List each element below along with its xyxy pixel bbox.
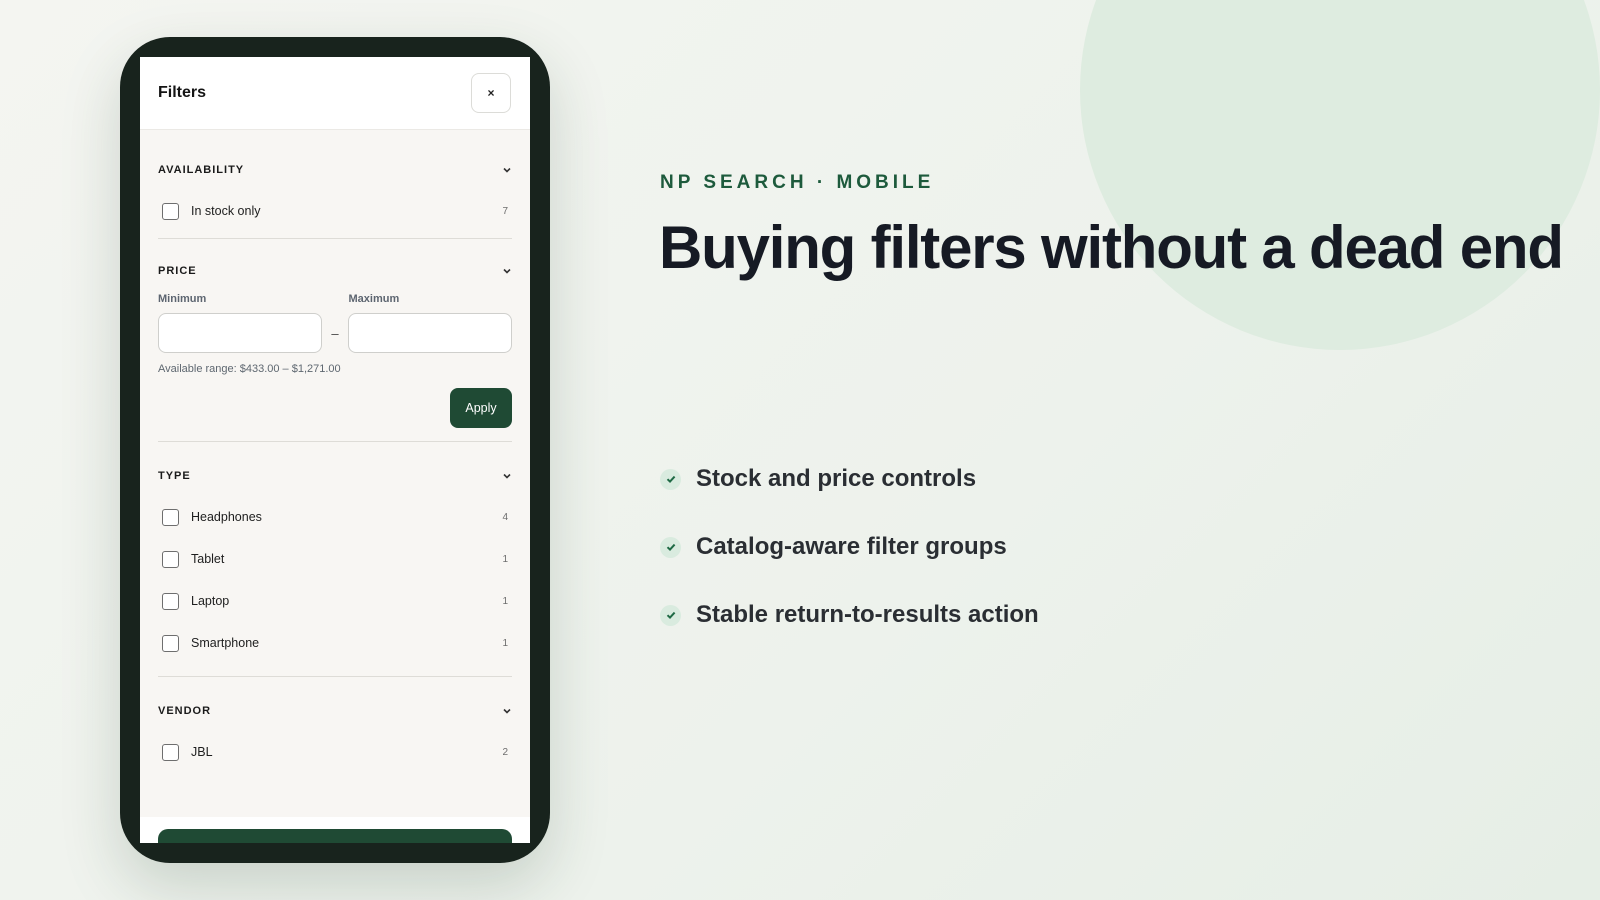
checkbox[interactable] (162, 634, 179, 652)
option-label: Tablet (191, 552, 225, 566)
option-count: 2 (502, 746, 508, 758)
price-title: PRICE (158, 265, 197, 277)
feature-text: Stable return-to-results action (696, 601, 1039, 628)
headline: Buying filters without a dead end (659, 214, 1564, 281)
close-button[interactable]: × (471, 73, 511, 113)
available-range-note: Available range: $433.00 – $1,271.00 (158, 363, 341, 375)
chevron-down-icon (503, 473, 511, 479)
feature-item: Stable return-to-results action (660, 598, 1039, 632)
vendor-section: VENDOR JBL 2 (158, 677, 512, 773)
phone-mockup: Filters × AVAILABILITY In stock only 7 P… (120, 37, 550, 863)
max-price-input[interactable] (348, 313, 512, 353)
chevron-down-icon (503, 167, 511, 173)
option-count: 1 (502, 595, 508, 607)
check-icon (660, 468, 681, 490)
max-label: Maximum (348, 293, 400, 305)
price-section: PRICE Minimum Maximum – Available range:… (158, 239, 512, 442)
filter-option-headphones[interactable]: Headphones 4 (158, 496, 512, 538)
filters-header: Filters × (140, 57, 530, 130)
apply-row: Apply (158, 375, 512, 441)
price-inputs: – (158, 313, 512, 353)
option-label: JBL (191, 745, 213, 759)
show-results-button[interactable] (158, 829, 512, 843)
checkbox[interactable] (162, 743, 179, 761)
price-dash: – (331, 325, 339, 341)
filter-option-in-stock[interactable]: In stock only 7 (158, 190, 512, 232)
feature-text: Stock and price controls (696, 465, 977, 492)
check-icon (660, 536, 681, 558)
option-count: 7 (502, 205, 508, 217)
feature-list: Stock and price controls Catalog-aware f… (660, 462, 1039, 666)
option-label: Laptop (191, 594, 230, 608)
chevron-down-icon (503, 708, 511, 714)
checkbox[interactable] (162, 508, 179, 526)
eyebrow-label: NP SEARCH · MOBILE (660, 172, 935, 193)
filters-body: AVAILABILITY In stock only 7 PRICE Minim… (140, 130, 530, 773)
option-label: Smartphone (191, 636, 260, 650)
min-price-input[interactable] (158, 313, 322, 353)
availability-section: AVAILABILITY In stock only 7 (158, 130, 512, 239)
availability-title: AVAILABILITY (158, 164, 245, 176)
filter-option-laptop[interactable]: Laptop 1 (158, 580, 512, 622)
apply-button[interactable]: Apply (450, 388, 512, 428)
filters-title: Filters (158, 84, 207, 101)
filter-option-smartphone[interactable]: Smartphone 1 (158, 622, 512, 664)
vendor-header[interactable]: VENDOR (158, 691, 512, 731)
checkbox[interactable] (162, 550, 179, 568)
price-header[interactable]: PRICE (158, 251, 512, 291)
option-count: 4 (502, 511, 508, 523)
feature-text: Catalog-aware filter groups (696, 533, 1007, 560)
type-title: TYPE (158, 470, 191, 482)
type-section: TYPE Headphones 4 Tablet 1 Laptop 1 Smar… (158, 442, 512, 677)
option-label: In stock only (191, 204, 261, 218)
filter-option-tablet[interactable]: Tablet 1 (158, 538, 512, 580)
option-count: 1 (502, 553, 508, 565)
chevron-down-icon (503, 268, 511, 274)
feature-item: Stock and price controls (660, 462, 1039, 496)
background-circle (1080, 0, 1600, 350)
feature-item: Catalog-aware filter groups (660, 530, 1039, 564)
type-header[interactable]: TYPE (158, 456, 512, 496)
checkbox[interactable] (162, 592, 179, 610)
min-label: Minimum (158, 293, 207, 305)
price-labels: Minimum Maximum (158, 293, 512, 305)
checkbox[interactable] (162, 202, 179, 220)
phone-screen: Filters × AVAILABILITY In stock only 7 P… (140, 57, 530, 843)
availability-header[interactable]: AVAILABILITY (158, 150, 512, 190)
check-icon (660, 604, 681, 626)
option-count: 1 (502, 637, 508, 649)
filter-option-jbl[interactable]: JBL 2 (158, 731, 512, 773)
option-label: Headphones (191, 510, 262, 524)
close-icon: × (487, 86, 495, 100)
vendor-title: VENDOR (158, 705, 212, 717)
